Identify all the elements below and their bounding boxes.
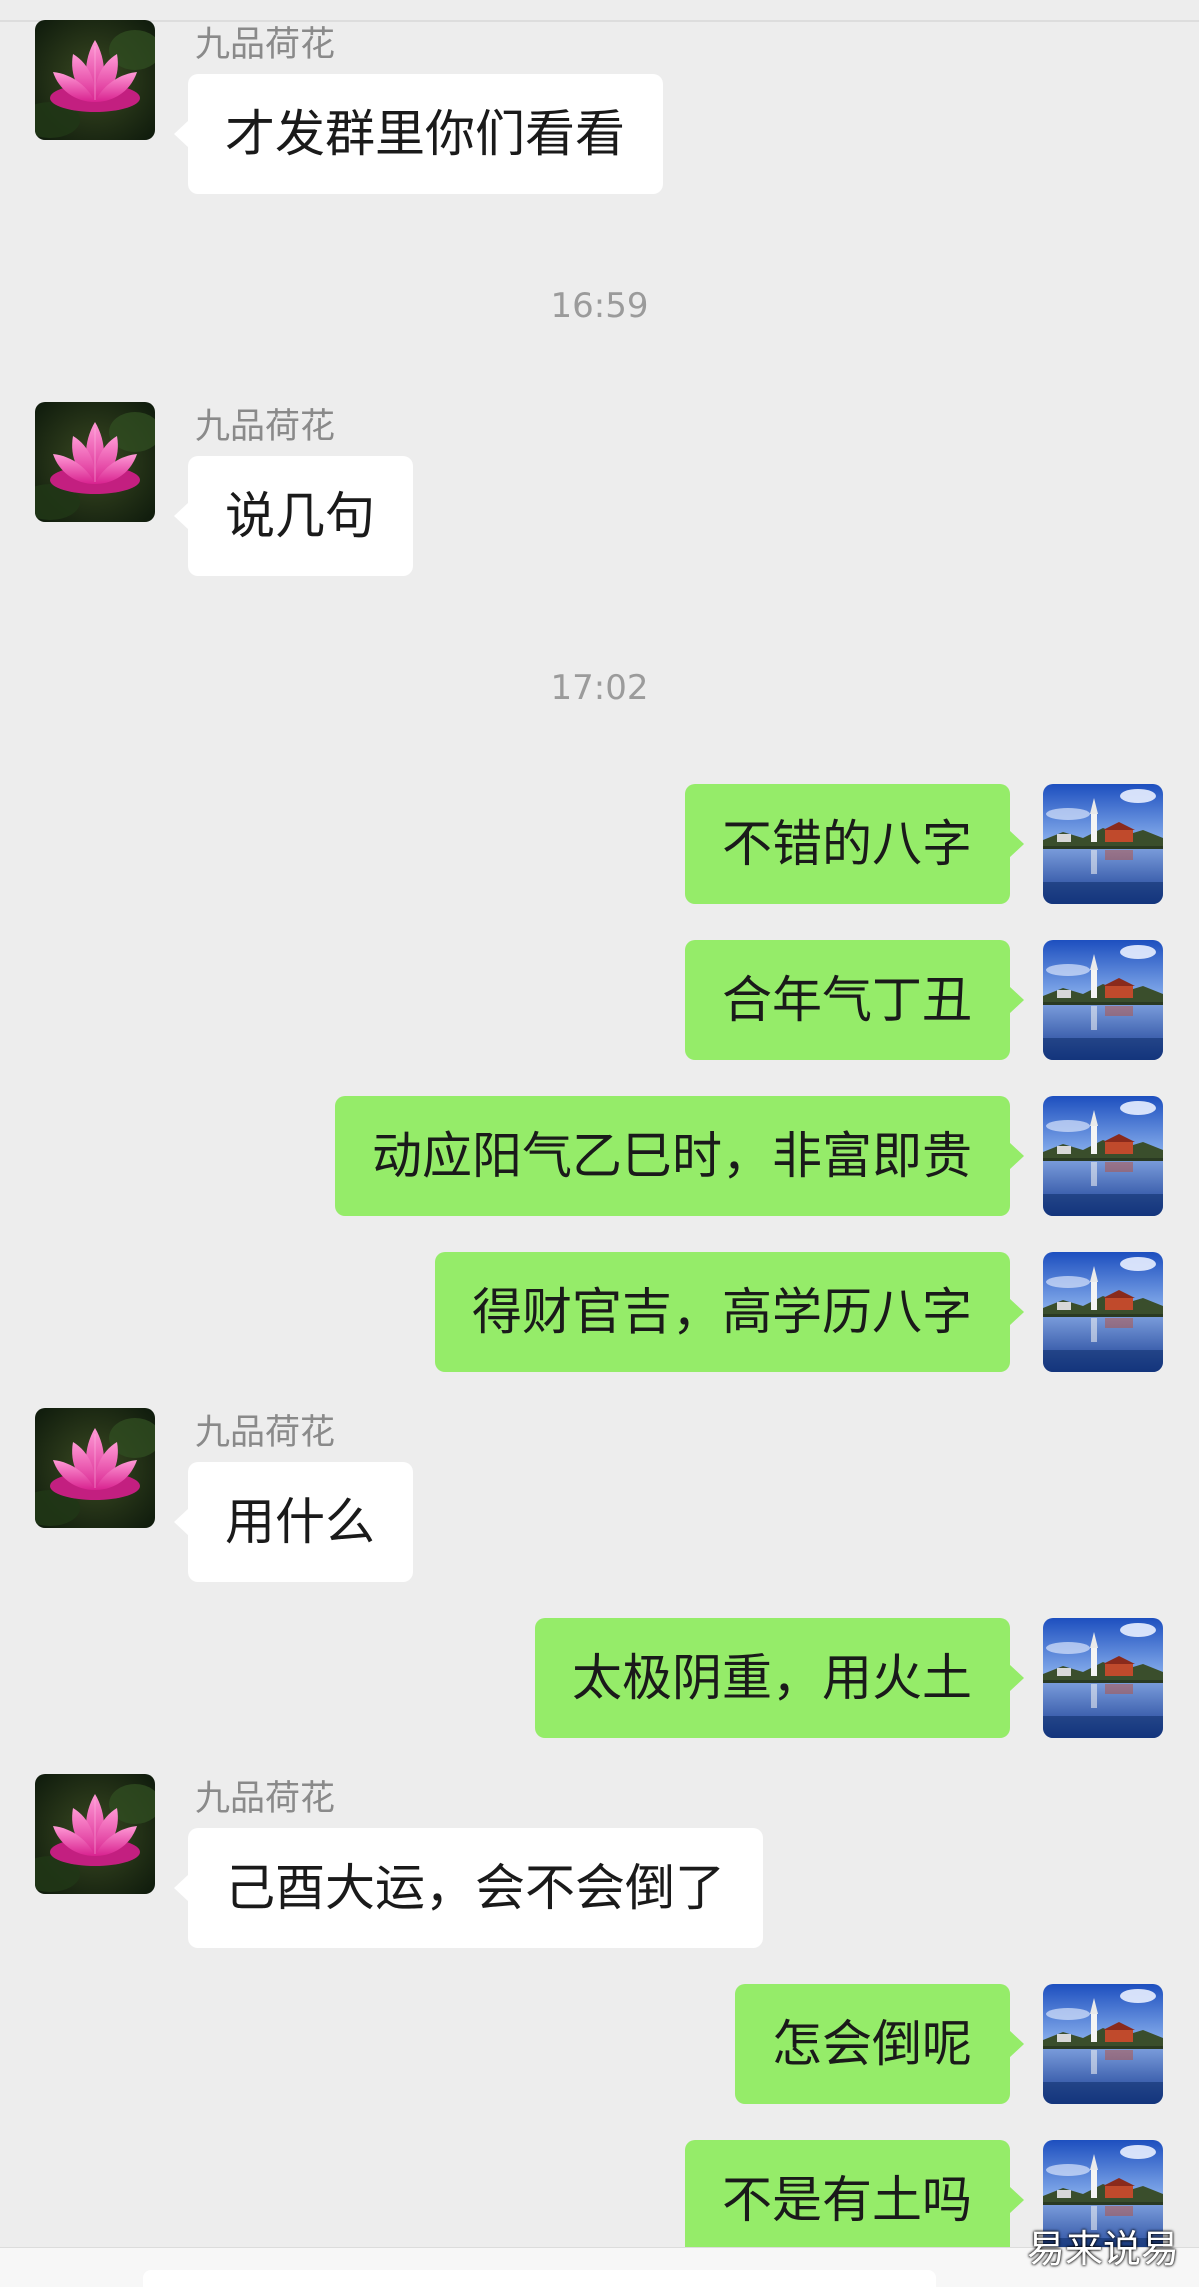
- lotus-flower-icon: [35, 20, 155, 140]
- lake-pagoda-landscape-icon: [1043, 1252, 1163, 1372]
- self-avatar-icon[interactable]: [1043, 1252, 1163, 1372]
- contact-avatar-icon[interactable]: [35, 1774, 155, 1894]
- message-bubble-outgoing[interactable]: 不是有土吗: [685, 2140, 1024, 2260]
- message-bubble-incoming[interactable]: 用什么: [174, 1462, 413, 1582]
- contact-avatar-icon[interactable]: [35, 1408, 155, 1528]
- message-bubble-outgoing[interactable]: 动应阳气乙巳时，非富即贵: [335, 1096, 1024, 1216]
- contact-avatar-icon[interactable]: [35, 402, 155, 522]
- message-bubble-outgoing[interactable]: 不错的八字: [685, 784, 1024, 904]
- message-bubble-incoming[interactable]: 己酉大运，会不会倒了: [174, 1828, 763, 1948]
- lake-pagoda-landscape-icon: [1043, 1618, 1163, 1738]
- timestamp: 16:59: [550, 286, 649, 326]
- message-input[interactable]: [143, 2270, 936, 2287]
- lake-pagoda-landscape-icon: [1043, 1984, 1163, 2104]
- lotus-flower-icon: [35, 1408, 155, 1528]
- message-bubble-incoming[interactable]: 才发群里你们看看: [174, 74, 663, 194]
- sender-name: 九品荷花: [195, 407, 336, 447]
- sender-name: 九品荷花: [195, 1779, 336, 1819]
- sender-name: 九品荷花: [195, 1413, 336, 1453]
- self-avatar-icon[interactable]: [1043, 784, 1163, 904]
- message-bubble-outgoing[interactable]: 合年气丁丑: [685, 940, 1024, 1060]
- timestamp: 17:02: [550, 668, 649, 708]
- header-divider: [0, 20, 1199, 22]
- message-bubble-outgoing[interactable]: 得财官吉，高学历八字: [435, 1252, 1024, 1372]
- lotus-flower-icon: [35, 402, 155, 522]
- watermark: 易来说易: [1026, 2227, 1179, 2271]
- lotus-flower-icon: [35, 1774, 155, 1894]
- sender-name: 九品荷花: [195, 25, 336, 65]
- message-bubble-incoming[interactable]: 说几句: [174, 456, 413, 576]
- lake-pagoda-landscape-icon: [1043, 940, 1163, 1060]
- self-avatar-icon[interactable]: [1043, 1984, 1163, 2104]
- lake-pagoda-landscape-icon: [1043, 1096, 1163, 1216]
- message-bubble-outgoing[interactable]: 怎会倒呢: [735, 1984, 1024, 2104]
- self-avatar-icon[interactable]: [1043, 1096, 1163, 1216]
- lake-pagoda-landscape-icon: [1043, 784, 1163, 904]
- self-avatar-icon[interactable]: [1043, 940, 1163, 1060]
- self-avatar-icon[interactable]: [1043, 1618, 1163, 1738]
- contact-avatar-icon[interactable]: [35, 20, 155, 140]
- message-bubble-outgoing[interactable]: 太极阴重，用火土: [535, 1618, 1024, 1738]
- chat-window: 九品荷花 才发群里你们看看 16:59 九品荷花 说几句 17:02 不错的八字…: [0, 0, 1199, 2287]
